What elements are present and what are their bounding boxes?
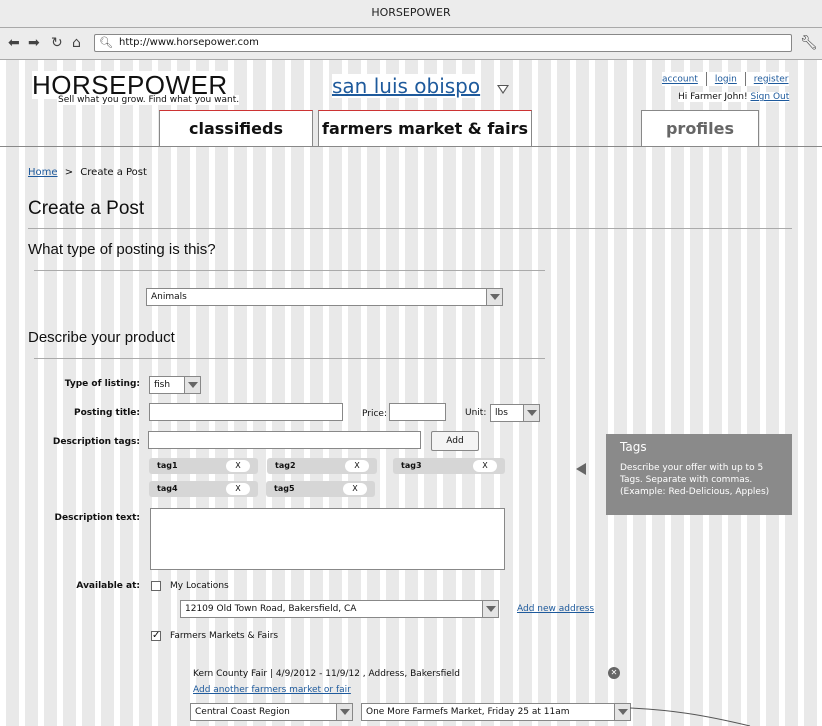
type-of-listing-label: Type of listing: bbox=[64, 379, 140, 389]
tag-label: tag2 bbox=[275, 461, 296, 470]
unit-label: Unit: bbox=[465, 408, 487, 418]
region-select[interactable]: Central Coast Region bbox=[190, 703, 353, 721]
description-tags-input[interactable] bbox=[148, 431, 421, 449]
market-select[interactable]: One More Farmefs Market, Friday 25 at 11… bbox=[361, 703, 631, 721]
annotation-line bbox=[630, 707, 751, 726]
address-value: 12109 Old Town Road, Bakersfield, CA bbox=[185, 604, 357, 614]
tag-chip: tag3 X bbox=[393, 458, 505, 474]
section-divider bbox=[34, 270, 545, 271]
page-title: Create a Post bbox=[28, 198, 145, 219]
remove-tag-button[interactable]: X bbox=[343, 483, 367, 495]
site-tagline: Sell what you grow. Find what you want. bbox=[58, 95, 240, 105]
close-icon[interactable]: ✕ bbox=[608, 667, 620, 679]
breadcrumb-separator: > bbox=[64, 167, 74, 178]
chevron-down-icon bbox=[614, 704, 630, 720]
sign-out-link[interactable]: Sign Out bbox=[750, 92, 789, 102]
city-dropdown-icon[interactable] bbox=[497, 85, 509, 94]
my-locations-label: My Locations bbox=[170, 581, 229, 591]
tag-chip: tag2 X bbox=[267, 458, 377, 474]
header-divider bbox=[0, 146, 822, 147]
available-at-label: Available at: bbox=[76, 581, 140, 591]
divider bbox=[744, 72, 746, 86]
add-new-address-link[interactable]: Add new address bbox=[517, 604, 594, 614]
unit-value: lbs bbox=[495, 408, 508, 418]
breadcrumb-home-link[interactable]: Home bbox=[28, 167, 58, 178]
settings-wrench-icon[interactable]: 🔧︎ bbox=[800, 34, 818, 52]
tag-chip: tag1 X bbox=[149, 458, 258, 474]
tab-farmers-market-fairs[interactable]: farmers market & fairs bbox=[318, 110, 532, 146]
chevron-down-icon bbox=[184, 377, 200, 393]
my-locations-checkbox[interactable] bbox=[151, 581, 161, 591]
price-label: Price: bbox=[362, 409, 387, 419]
remove-tag-button[interactable]: X bbox=[473, 460, 497, 472]
tags-help-tooltip: Tags Describe your offer with up to 5 Ta… bbox=[606, 434, 792, 515]
description-tags-label: Description tags: bbox=[52, 437, 140, 447]
region-value: Central Coast Region bbox=[195, 707, 290, 717]
remove-tag-button[interactable]: X bbox=[226, 483, 250, 495]
user-greeting: Hi Farmer John! Sign Out bbox=[678, 92, 790, 102]
divider bbox=[705, 72, 707, 86]
tag-label: tag3 bbox=[401, 461, 422, 470]
type-of-listing-value: fish bbox=[154, 380, 171, 390]
posting-title-label: Posting title: bbox=[74, 408, 140, 418]
tooltip-text: Describe your offer with up to 5 Tags. S… bbox=[620, 463, 770, 497]
tag-label: tag5 bbox=[274, 484, 295, 493]
selected-event: Kern County Fair | 4/9/2012 - 11/9/12 , … bbox=[193, 669, 460, 679]
tab-classifieds[interactable]: classifieds bbox=[159, 110, 313, 146]
title-divider bbox=[28, 228, 792, 229]
url-field[interactable]: 🔍︎ http://www.horsepower.com bbox=[94, 34, 792, 52]
account-links: account login register bbox=[662, 72, 789, 86]
tag-label: tag4 bbox=[157, 484, 178, 493]
address-select[interactable]: 12109 Old Town Road, Bakersfield, CA bbox=[180, 600, 499, 618]
price-input[interactable] bbox=[389, 403, 446, 421]
farmers-markets-label: Farmers Markets & Fairs bbox=[170, 631, 279, 641]
window-title: HORSEPOWER bbox=[371, 6, 451, 19]
posting-category-value: Animals bbox=[151, 292, 187, 302]
tooltip-pointer-icon bbox=[576, 463, 586, 475]
back-icon[interactable]: ⬅ bbox=[8, 34, 20, 52]
posting-category-select[interactable]: Animals bbox=[146, 288, 503, 306]
posting-title-input[interactable] bbox=[149, 403, 343, 421]
login-link[interactable]: login bbox=[715, 75, 737, 85]
breadcrumb-current: Create a Post bbox=[80, 167, 147, 178]
describe-product-heading: Describe your product bbox=[28, 329, 175, 346]
home-icon[interactable]: ⌂ bbox=[72, 34, 81, 52]
window-title-bar: HORSEPOWER bbox=[0, 0, 822, 28]
market-value: One More Farmefs Market, Friday 25 at 11… bbox=[366, 707, 570, 717]
search-icon: 🔍︎ bbox=[99, 36, 113, 49]
register-link[interactable]: register bbox=[754, 75, 789, 85]
annotation-connector bbox=[630, 707, 751, 726]
account-link[interactable]: account bbox=[662, 75, 698, 85]
remove-tag-button[interactable]: X bbox=[345, 460, 369, 472]
farmers-markets-checkbox[interactable]: ✓ bbox=[151, 631, 161, 641]
breadcrumb: Home > Create a Post bbox=[28, 167, 147, 178]
posting-type-heading: What type of posting is this? bbox=[28, 241, 216, 258]
unit-select[interactable]: lbs bbox=[490, 404, 540, 422]
description-text-label: Description text: bbox=[54, 513, 140, 523]
chevron-down-icon bbox=[486, 289, 502, 305]
tag-chip: tag4 X bbox=[149, 481, 258, 497]
add-market-link[interactable]: Add another farmers market or fair bbox=[193, 685, 351, 695]
tag-label: tag1 bbox=[157, 461, 178, 470]
type-of-listing-select[interactable]: fish bbox=[149, 376, 201, 394]
section-divider bbox=[34, 358, 545, 359]
tag-chip: tag5 X bbox=[266, 481, 375, 497]
url-text: http://www.horsepower.com bbox=[119, 37, 259, 48]
description-textarea[interactable] bbox=[150, 508, 505, 570]
chevron-down-icon bbox=[523, 405, 539, 421]
tooltip-title: Tags bbox=[620, 440, 647, 454]
chevron-down-icon bbox=[482, 601, 498, 617]
chevron-down-icon bbox=[336, 704, 352, 720]
forward-icon[interactable]: ➡ bbox=[28, 34, 40, 52]
add-market-text[interactable]: Add another farmers market or fair bbox=[193, 685, 351, 695]
add-tag-button[interactable]: Add bbox=[431, 431, 479, 451]
greeting-text: Hi Farmer John! bbox=[678, 92, 748, 102]
city-selector[interactable]: san luis obispo bbox=[332, 74, 481, 98]
remove-tag-button[interactable]: X bbox=[226, 460, 250, 472]
reload-icon[interactable]: ↻ bbox=[51, 34, 63, 52]
browser-toolbar: ⬅ ➡ ↻ ⌂ 🔍︎ http://www.horsepower.com 🔧︎ bbox=[0, 28, 822, 60]
add-new-address-text[interactable]: Add new address bbox=[517, 604, 594, 614]
tab-profiles[interactable]: profiles bbox=[641, 110, 759, 146]
